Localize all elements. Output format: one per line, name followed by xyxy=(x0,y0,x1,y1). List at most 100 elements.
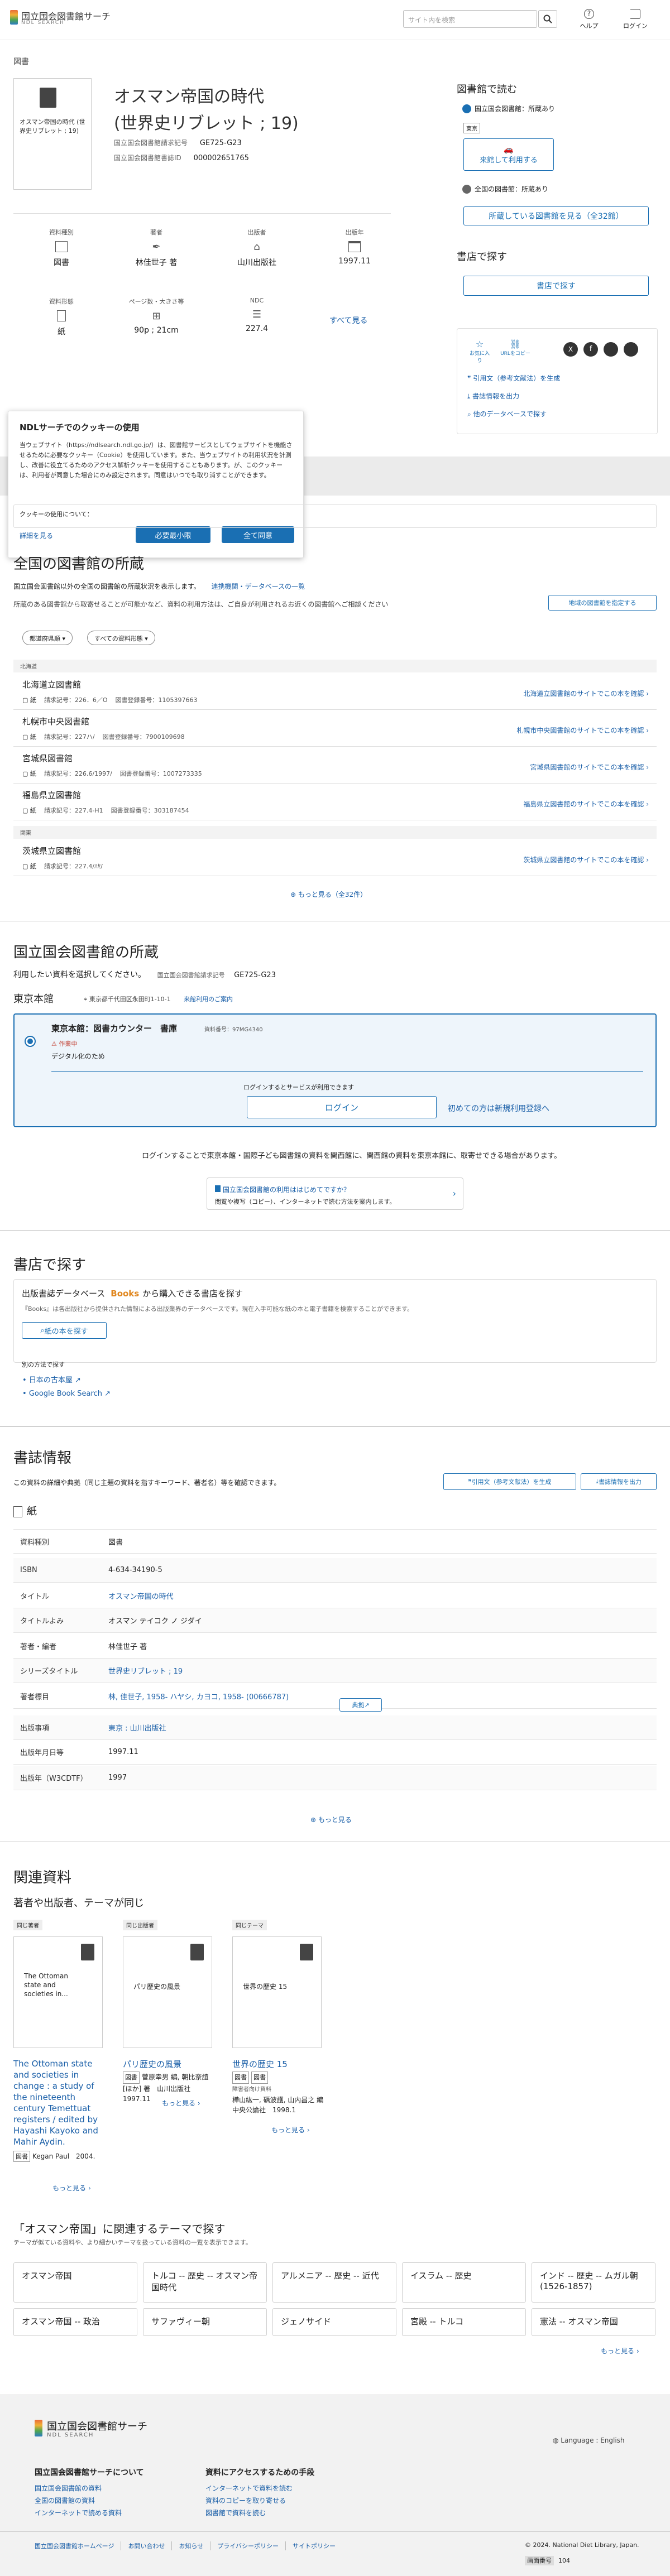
cite-link[interactable]: ❞ 引用文（参考文献法）を生成 xyxy=(467,373,560,383)
holding-card[interactable]: 東京本館：図書カウンター 書庫 資料番号：97MG4340 ⚠ 作業中 デジタル… xyxy=(13,1013,657,1127)
footer-link[interactable]: 国立国会図書館の資料 xyxy=(35,2483,102,2493)
footer-link[interactable]: 図書館で資料を読む xyxy=(205,2508,266,2517)
related-tag: 同じ著者 xyxy=(13,1920,42,1930)
footer-link[interactable]: インターネットで読める資料 xyxy=(35,2508,122,2517)
logo[interactable]: 国立国会図書館サーチ NDL SEARCH xyxy=(10,8,122,30)
cookie-accept-button[interactable]: 全て同意 xyxy=(222,526,294,543)
footer-bottom-link[interactable]: お知らせ xyxy=(172,2541,211,2550)
callnum-value: GE725-G23 xyxy=(199,139,242,147)
related-title-link[interactable]: パリ歴史の風景 xyxy=(123,2058,218,2070)
pref-filter[interactable]: 都道府県順 ▾ xyxy=(22,631,73,645)
footer-logo[interactable]: 国立国会図書館サーチ NDL SEARCH xyxy=(35,2418,180,2442)
biblio-value[interactable]: 世界史リブレット ; 19 xyxy=(108,1665,183,1676)
biblio-row: 著者・編者 林佳世子 著 xyxy=(13,1634,657,1659)
all-libs-button[interactable]: 所蔵している図書館を見る（全32館） xyxy=(463,206,649,225)
library-link[interactable]: 宮城県図書館のサイトでこの本を確認 › xyxy=(530,762,649,772)
related-card[interactable]: 同じ著者 The Ottoman state and societies in.… xyxy=(13,1920,108,2193)
bookstore-link-google[interactable]: • Google Book Search ↗ xyxy=(22,1390,111,1398)
theme-more-link[interactable]: もっと見る › xyxy=(601,2346,639,2356)
export-link[interactable]: ⤓ 書誌情報を出力 xyxy=(467,391,519,401)
topic-card[interactable]: 憲法 -- オスマン帝国 xyxy=(532,2308,655,2336)
topic-card[interactable]: トルコ -- 歴史 -- オスマン帝国時代 xyxy=(143,2262,267,2303)
related-more-link[interactable]: もっと見る › xyxy=(162,2098,200,2108)
topic-card[interactable]: アルメニア -- 歴史 -- 近代 xyxy=(272,2262,396,2303)
search-input[interactable]: サイト内を検索 xyxy=(403,10,537,28)
related-title-link[interactable]: 世界の歴史 15 xyxy=(232,2058,327,2070)
first-visit-title-row: 国立国会図書館の利用ははじめてですか？ xyxy=(215,1185,350,1194)
related-card[interactable]: 同じテーマ 世界の歴史 15 世界の歴史 15 図書 図書 障害者向け資料 樺山紘一,… xyxy=(232,1920,330,2143)
register-link[interactable]: 初めての方は新規利用登録へ xyxy=(448,1103,549,1114)
library-link[interactable]: 福島県立図書館のサイトでこの本を確認 › xyxy=(523,799,649,809)
copy-url-button[interactable]: ⛓ URLをコピー xyxy=(500,339,531,357)
see-all-link[interactable]: すべて見る xyxy=(329,315,367,326)
paper-book-button[interactable]: ⌕ 紙の本を探す xyxy=(22,1322,107,1339)
library-link[interactable]: 北海道立図書館のサイトでこの本を確認 › xyxy=(523,689,649,698)
footer-link[interactable]: インターネットで資料を読む xyxy=(205,2483,293,2493)
topic-card[interactable]: サファヴィー朝 xyxy=(143,2308,267,2336)
footer-bottom-link[interactable]: 国立国会図書館ホームページ xyxy=(35,2541,122,2550)
language-switch[interactable]: ◍ Language : English xyxy=(553,2436,625,2444)
holding-login-button[interactable]: ログイン xyxy=(247,1096,437,1118)
biblio-value[interactable]: 林, 佳世子, 1958- ハヤシ, カヨコ, 1958- (00666787) xyxy=(108,1691,289,1702)
form-filter[interactable]: すべての資料形態 ▾ xyxy=(87,631,155,645)
topic-card[interactable]: オスマン帝国 xyxy=(13,2262,137,2303)
libraries-more-button[interactable]: ⊕ もっと見る（全32件） xyxy=(290,890,367,899)
bookstore-link-kosho[interactable]: • 日本の古本屋 ↗ xyxy=(22,1374,81,1385)
footer-link[interactable]: 全国の図書館の資料 xyxy=(35,2496,95,2505)
library-link[interactable]: 茨城県立図書館のサイトでこの本を確認 › xyxy=(523,855,649,864)
reserve-button[interactable]: 🚗 来館して利用する xyxy=(463,138,554,171)
related-card[interactable]: 同じ出版者 パリ歴史の風景 パリ歴史の風景 図書 菅原幸男 編, 朝比奈誼 [ほか… xyxy=(123,1920,218,2115)
biblio-more-button[interactable]: ⊕ もっと見る xyxy=(310,1815,352,1824)
topic-card[interactable]: インド -- 歴史 -- ムガル朝(1526-1857) xyxy=(532,2262,655,2303)
topic-card[interactable]: オスマン帝国 -- 政治 xyxy=(13,2308,137,2336)
other-db-link[interactable]: ⌕ 他のデータベースで探す xyxy=(467,409,547,419)
callnum-label: 国立国会図書館請求記号 xyxy=(114,139,188,147)
biblio-value[interactable]: オスマン帝国の時代 xyxy=(108,1590,174,1601)
cite-button[interactable]: ❞ 引用文（参考文献法）を生成 xyxy=(443,1473,576,1490)
authority-button[interactable]: 典拠 ↗ xyxy=(339,1698,382,1712)
export-button-label: 書誌情報を出力 xyxy=(598,1478,642,1486)
footer-bottom-link[interactable]: サイトポリシー xyxy=(286,2541,342,2550)
cookie-body: 当ウェブサイト（https://ndlsearch.ndl.go.jp/）は、図… xyxy=(20,441,293,479)
footer-link[interactable]: 資料のコピーを取り寄せる xyxy=(205,2496,286,2505)
topic-card[interactable]: イスラム -- 歴史 xyxy=(402,2262,526,2303)
bookstore-link-label: 日本の古本屋 xyxy=(28,1376,73,1385)
login-button[interactable]: ログイン xyxy=(620,9,651,30)
footer-bottom-link[interactable]: お問い合わせ xyxy=(121,2541,173,2550)
help-button[interactable]: ? ヘルプ xyxy=(575,9,603,30)
first-visit-card[interactable]: 国立国会図書館の利用ははじめてですか？ 閲覧や複写（コピー）、インターネットで読… xyxy=(207,1178,463,1210)
biblio-value[interactable]: 東京 : 山川出版社 xyxy=(108,1722,166,1733)
partner-list-link[interactable]: 連携機関・データベースの一覧 xyxy=(212,583,305,590)
topic-card[interactable]: ジェノサイド xyxy=(272,2308,396,2336)
cookie-essential-button[interactable]: 必要最小限 xyxy=(136,526,210,543)
search-button[interactable] xyxy=(538,10,557,28)
biblio-key: シリーズタイトル xyxy=(20,1667,78,1676)
cookie-detail-link[interactable]: 詳細を見る xyxy=(20,531,53,540)
line-icon[interactable] xyxy=(604,342,618,357)
related-more-link[interactable]: もっと見る › xyxy=(271,2125,310,2135)
bookstore-button[interactable]: 書店で探す xyxy=(463,276,649,296)
summary-value: 90p ; 21cm xyxy=(134,326,179,335)
divider xyxy=(0,1426,670,1427)
book-chip: 図書 xyxy=(232,2072,249,2084)
book-icon xyxy=(40,88,56,108)
related-title-link[interactable]: The Ottoman state and societies in chang… xyxy=(13,2058,108,2147)
cookie-title: NDLサーチでのクッキーの使用 xyxy=(20,422,140,432)
library-link[interactable]: 札幌市中央図書館のサイトでこの本を確認 › xyxy=(516,725,649,735)
holding-radio[interactable] xyxy=(25,1036,36,1047)
mail-icon[interactable] xyxy=(624,342,638,357)
footer-bottom-link[interactable]: プライバシーポリシー xyxy=(210,2541,286,2550)
favorite-button[interactable]: ☆ お気に入り xyxy=(468,339,491,364)
biblio-form-label: 紙 xyxy=(27,1506,37,1517)
all-libraries-title: 全国の図書館の所蔵 xyxy=(13,556,145,573)
howto-link[interactable]: 来館利用のご案内 xyxy=(184,996,233,1003)
export-button[interactable]: ⤓ 書誌情報を出力 xyxy=(581,1473,657,1490)
related-meta-text: Kegan Paul 2004. xyxy=(32,2152,95,2160)
region-button[interactable]: 地域の図書館を指定する xyxy=(548,595,657,611)
biblio-key: ISBN xyxy=(20,1566,37,1574)
related-more-link[interactable]: もっと見る › xyxy=(52,2183,91,2193)
facebook-icon[interactable]: f xyxy=(583,342,598,357)
summary-value: 図書 xyxy=(54,258,69,267)
x-share-icon[interactable]: X xyxy=(563,342,578,357)
topic-card[interactable]: 宮殿 -- トルコ xyxy=(402,2308,526,2336)
